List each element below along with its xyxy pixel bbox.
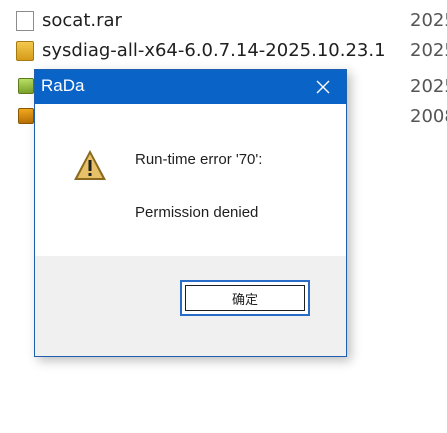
dialog-content: Run-time error '70': Permission denied (35, 104, 346, 256)
installer-icon (16, 41, 34, 61)
file-date: 2008 (410, 106, 447, 127)
error-message-detail: Permission denied (135, 204, 259, 221)
file-name: sysdiag-all-x64-6.0.7.14-2025.10.23.1 (42, 40, 386, 61)
error-message-code: Run-time error '70': (135, 151, 263, 168)
file-date: 2025 (410, 40, 447, 61)
app-icon (18, 78, 34, 94)
file-row[interactable]: sysdiag-all-x64-6.0.7.14-2025.10.23.1 20… (0, 38, 447, 62)
focus-ring (185, 285, 305, 311)
file-row[interactable]: socat.rar 2025 (0, 8, 447, 32)
file-date: 2025 (410, 10, 447, 31)
close-button[interactable] (300, 70, 346, 104)
warning-icon (74, 150, 106, 180)
file-name: socat.rar (42, 10, 122, 31)
app-icon (18, 108, 34, 124)
file-date: 2025 (410, 76, 447, 97)
error-dialog: RaDa Run-time error '70': Permission den… (34, 69, 347, 357)
dialog-title: RaDa (41, 76, 85, 95)
document-icon (16, 11, 34, 31)
dialog-titlebar[interactable]: RaDa (35, 70, 346, 104)
close-icon (316, 80, 330, 94)
ok-button[interactable]: 确定 (180, 280, 310, 316)
